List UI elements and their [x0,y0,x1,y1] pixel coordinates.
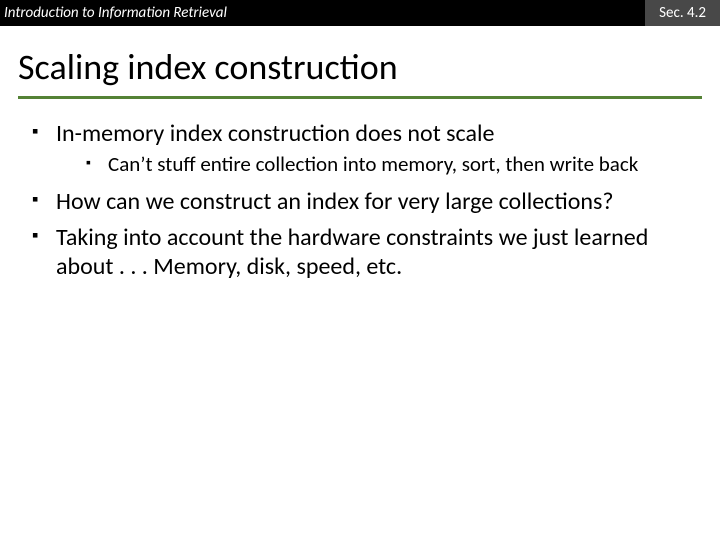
sub-bullet-list: Can’t stuff entire collection into memor… [86,152,690,178]
bullet-text: How can we construct an index for very l… [56,187,613,216]
section-label: Sec. 4.2 [645,0,720,26]
bullet-text: Taking into account the hardware constra… [56,223,648,281]
bullet-text: In-memory index construction does not sc… [56,119,494,148]
bullet-item: In-memory index construction does not sc… [30,119,690,178]
bullet-item: How can we construct an index for very l… [30,187,690,216]
title-container: Scaling index construction [0,26,720,105]
slide-body: In-memory index construction does not sc… [0,105,720,282]
course-title: Introduction to Information Retrieval [0,0,233,26]
sub-bullet-item: Can’t stuff entire collection into memor… [86,152,690,178]
sub-bullet-text: Can’t stuff entire collection into memor… [108,151,638,177]
header-bar: Introduction to Information Retrieval Se… [0,0,720,26]
bullet-item: Taking into account the hardware constra… [30,223,690,282]
bullet-list: In-memory index construction does not sc… [30,119,690,282]
slide-title: Scaling index construction [18,48,702,99]
